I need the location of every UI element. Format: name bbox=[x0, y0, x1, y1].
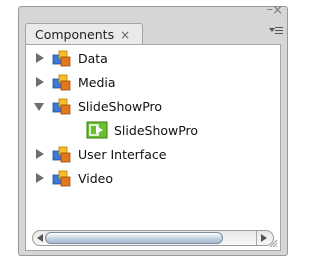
tree-item-slideshowpro-folder[interactable]: SlideShowPro bbox=[34, 95, 162, 117]
tree-item-slideshowpro-component[interactable]: SlideShowPro bbox=[86, 119, 198, 141]
tree-item-label: SlideShowPro bbox=[114, 122, 199, 138]
expand-arrow-icon[interactable] bbox=[34, 167, 48, 189]
folder-cubes-icon bbox=[52, 98, 71, 115]
expand-arrow-icon[interactable] bbox=[34, 71, 48, 93]
panel-menu-icon[interactable] bbox=[269, 24, 283, 36]
tree-item-label: User Interface bbox=[78, 146, 167, 162]
tab-label: Components bbox=[35, 27, 115, 42]
close-icon[interactable]: × bbox=[272, 3, 283, 18]
tree-item-media[interactable]: Media bbox=[34, 71, 116, 93]
folder-cubes-icon bbox=[52, 146, 71, 163]
scroll-thumb[interactable] bbox=[45, 232, 223, 244]
horizontal-scrollbar[interactable] bbox=[32, 230, 274, 246]
tree-item-video[interactable]: Video bbox=[34, 167, 113, 189]
folder-cubes-icon bbox=[52, 170, 71, 187]
scroll-left-icon[interactable] bbox=[37, 234, 43, 242]
folder-cubes-icon bbox=[52, 50, 71, 67]
tree-item-label: SlideShowPro bbox=[78, 98, 163, 114]
tab-close-icon[interactable]: × bbox=[120, 28, 130, 42]
components-panel: Components × – × Data Media SlideShowPro… bbox=[18, 2, 288, 256]
scroll-divider bbox=[256, 231, 257, 245]
tree-item-user-interface[interactable]: User Interface bbox=[34, 143, 166, 165]
tree-item-label: Media bbox=[78, 74, 116, 90]
panel-header: Components × – × bbox=[19, 2, 287, 45]
tab-components[interactable]: Components × bbox=[25, 23, 143, 45]
collapse-arrow-icon[interactable] bbox=[34, 95, 48, 117]
resize-grip-icon[interactable] bbox=[268, 238, 278, 248]
folder-cubes-icon bbox=[52, 74, 71, 91]
expand-arrow-icon[interactable] bbox=[34, 47, 48, 69]
tree-item-label: Data bbox=[78, 50, 108, 66]
expand-arrow-icon[interactable] bbox=[34, 143, 48, 165]
tree-item-label: Video bbox=[78, 170, 114, 186]
component-icon bbox=[86, 121, 108, 139]
tree-item-data[interactable]: Data bbox=[34, 47, 108, 69]
scroll-right-icon[interactable] bbox=[261, 234, 267, 242]
component-tree: Data Media SlideShowPro SlideShowPro Use… bbox=[25, 44, 281, 251]
